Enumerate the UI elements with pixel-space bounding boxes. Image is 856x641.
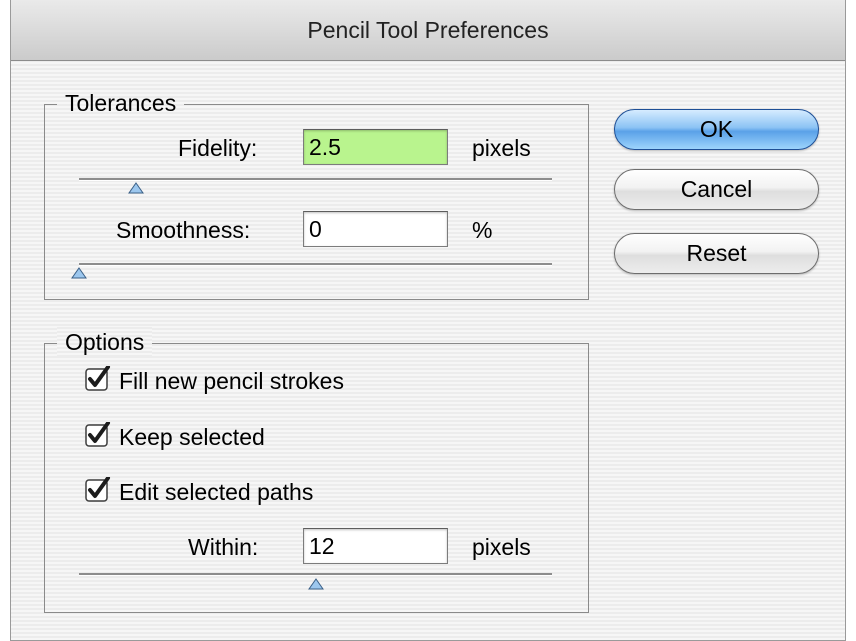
fidelity-input[interactable]: 2.5 — [303, 129, 448, 165]
within-input[interactable]: 12 — [303, 528, 448, 564]
keep-selected-checkbox[interactable] — [85, 422, 111, 448]
tolerances-legend: Tolerances — [57, 88, 185, 118]
fidelity-unit: pixels — [472, 135, 531, 161]
pencil-tool-preferences-dialog: Pencil Tool Preferences Tolerances Fidel… — [10, 0, 846, 641]
fill-new-pencil-strokes-checkbox[interactable] — [85, 366, 111, 392]
within-slider-track[interactable] — [79, 573, 552, 576]
smoothness-label: Smoothness: — [116, 217, 251, 243]
smoothness-slider-thumb[interactable] — [71, 267, 87, 279]
within-label: Within: — [188, 534, 259, 560]
smoothness-input[interactable]: 0 — [303, 211, 448, 247]
options-legend: Options — [57, 327, 153, 357]
edit-selected-paths-checkbox[interactable] — [85, 477, 111, 503]
dialog-title: Pencil Tool Preferences — [307, 16, 549, 43]
tolerances-group: Tolerances Fidelity: 2.5 pixels Smoothne… — [44, 88, 589, 300]
smoothness-slider-track[interactable] — [79, 263, 552, 266]
within-slider-thumb[interactable] — [307, 578, 324, 590]
smoothness-unit: % — [472, 217, 493, 243]
reset-button[interactable]: Reset — [614, 233, 819, 274]
keep-selected-label[interactable]: Keep selected — [119, 422, 265, 452]
within-unit: pixels — [472, 534, 531, 560]
fill-new-pencil-strokes-label[interactable]: Fill new pencil strokes — [119, 366, 344, 396]
cancel-button[interactable]: Cancel — [614, 169, 819, 210]
fidelity-slider-thumb[interactable] — [127, 182, 144, 194]
options-group: Options Fill new pencil strokes Keep sel… — [44, 327, 589, 613]
ok-button[interactable]: OK — [614, 109, 819, 150]
fidelity-slider-track[interactable] — [79, 178, 552, 181]
edit-selected-paths-label[interactable]: Edit selected paths — [119, 477, 313, 507]
fidelity-label: Fidelity: — [178, 135, 258, 161]
dialog-title-bar: Pencil Tool Preferences — [11, 0, 845, 61]
